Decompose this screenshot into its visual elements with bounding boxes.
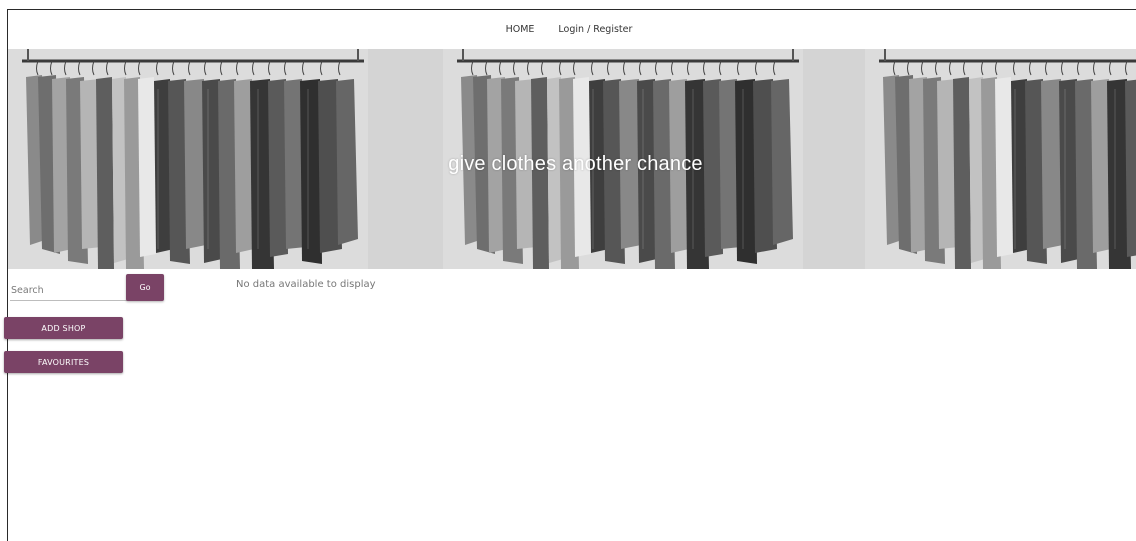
hero-tagline: give clothes another chance	[448, 153, 703, 175]
app-frame: HOME Login / Register give clothes anoth…	[7, 9, 1136, 541]
hero-banner: give clothes another chance	[8, 49, 1136, 269]
go-button[interactable]: Go	[126, 274, 164, 301]
nav-home-link[interactable]: HOME	[506, 24, 535, 35]
search-input[interactable]	[10, 280, 128, 301]
nav-login-register-link[interactable]: Login / Register	[558, 24, 632, 35]
empty-state-message: No data available to display	[236, 279, 376, 290]
favourites-button[interactable]: FAVOURITES	[4, 351, 123, 373]
add-shop-button[interactable]: ADD SHOP	[4, 317, 123, 339]
top-navigation: HOME Login / Register	[8, 10, 1136, 49]
